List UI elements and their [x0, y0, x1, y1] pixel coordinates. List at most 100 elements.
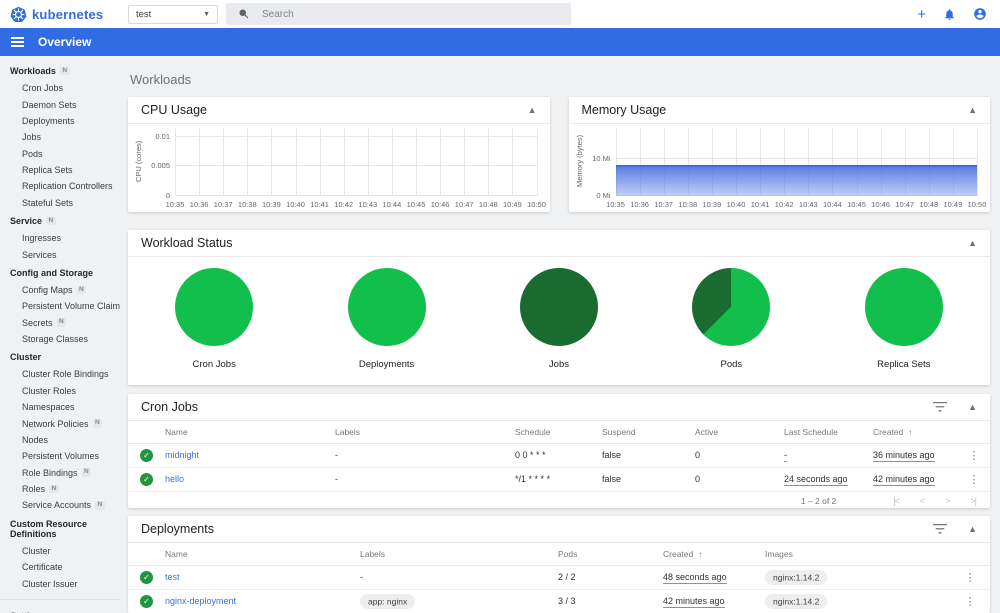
search-input[interactable] — [262, 8, 522, 20]
column-header-active[interactable]: Active — [695, 421, 784, 444]
namespaced-badge: N — [81, 468, 92, 477]
namespace-selector[interactable]: test ▼ — [128, 4, 218, 24]
sidebar-item-config-maps[interactable]: Config Maps N — [0, 282, 120, 298]
sidebar-section-custom-resource-definitions[interactable]: Custom Resource Definitions — [0, 514, 120, 543]
sidebar-item-cron-jobs[interactable]: Cron Jobs — [0, 80, 120, 96]
row-menu-icon[interactable]: ⋮ — [965, 595, 976, 608]
workload-status-panel: Workload Status ▲ Cron Jobs Deployments Jo… — [128, 230, 990, 385]
sidebar-item-persistent-volumes[interactable]: Persistent Volumes — [0, 448, 120, 464]
deployment-link[interactable]: nginx-deployment — [165, 596, 236, 606]
column-header-empty — [958, 421, 990, 444]
search-bar[interactable] — [226, 3, 571, 25]
sidebar-item-network-policies[interactable]: Network Policies N — [0, 415, 120, 431]
sidebar-item-persistent-volume-claims[interactable]: Persistent Volume ClaimsN — [0, 298, 120, 314]
notifications-bell-icon[interactable] — [943, 8, 956, 21]
sidebar-item-cluster-roles[interactable]: Cluster Roles — [0, 383, 120, 399]
y-tick-label: 0 Mi — [596, 191, 611, 200]
column-header-images[interactable]: Images — [765, 543, 950, 566]
sidebar-item-settings[interactable]: Settings — [0, 605, 120, 613]
_status-cell: ✓ — [128, 443, 165, 468]
created-cell: 42 minutes ago — [663, 589, 765, 613]
sidebar-section-config-and-storage[interactable]: Config and Storage — [0, 263, 120, 282]
x-tick-label: 10:41 — [310, 200, 329, 209]
collapse-arrow-icon[interactable]: ▲ — [968, 524, 977, 534]
cronjob-link[interactable]: hello — [165, 474, 184, 484]
sidebar-item-namespaces[interactable]: Namespaces — [0, 399, 120, 415]
sidebar-item-role-bindings[interactable]: Role Bindings N — [0, 465, 120, 481]
sidebar-item-cluster-issuer[interactable]: Cluster Issuer — [0, 575, 120, 591]
account-icon[interactable] — [973, 7, 987, 21]
filter-icon[interactable] — [933, 524, 948, 534]
sidebar-item-cluster[interactable]: Cluster — [0, 543, 120, 559]
previous-page-icon[interactable]: < — [920, 496, 925, 506]
next-page-icon[interactable]: > — [945, 496, 950, 506]
row-menu-icon[interactable]: ⋮ — [965, 571, 976, 584]
x-tick-label: 10:45 — [847, 200, 866, 209]
sidebar-item-replication-controllers[interactable]: Replication Controllers — [0, 178, 120, 194]
sidebar-item-certificate[interactable]: Certificate — [0, 559, 120, 575]
sidebar-item-deployments[interactable]: Deployments — [0, 113, 120, 129]
last_schedule-value: 24 seconds ago — [784, 474, 848, 486]
column-header-created[interactable]: Created ↑ — [873, 421, 958, 444]
panel-title: CPU Usage — [141, 103, 207, 117]
sidebar-section-service[interactable]: Service N — [0, 211, 120, 230]
gridline — [488, 128, 490, 196]
sidebar-item-label: Ingresses — [22, 233, 62, 244]
sidebar-item-service-accounts[interactable]: Service Accounts N — [0, 497, 120, 513]
sidebar-section-cluster[interactable]: Cluster — [0, 347, 120, 366]
column-header-labels[interactable]: Labels — [360, 543, 558, 566]
column-header-name[interactable]: Name — [165, 421, 335, 444]
collapse-arrow-icon[interactable]: ▲ — [968, 238, 977, 248]
_status-cell: ✓ — [128, 589, 165, 613]
workload-status-replica-sets: Replica Sets — [864, 268, 943, 370]
namespaced-badge: N — [46, 216, 56, 226]
column-header-pods[interactable]: Pods — [558, 543, 663, 566]
sidebar-section-workloads[interactable]: Workloads N — [0, 61, 120, 80]
sidebar-item-jobs[interactable]: Jobs — [0, 129, 120, 145]
column-header-labels[interactable]: Labels — [335, 421, 515, 444]
column-header-last-schedule[interactable]: Last Schedule — [784, 421, 873, 444]
cronjob-link[interactable]: midnight — [165, 450, 199, 460]
kubernetes-logo[interactable]: kubernetes — [0, 6, 128, 23]
sidebar-item-nodes[interactable]: Nodes — [0, 432, 120, 448]
panel-title: Workload Status — [141, 236, 233, 250]
column-header-name[interactable]: Name — [165, 543, 360, 566]
page-header-title: Overview — [38, 35, 92, 49]
collapse-arrow-icon[interactable]: ▲ — [968, 402, 977, 412]
first-page-icon[interactable]: |< — [893, 496, 900, 506]
x-tick-label: 10:42 — [334, 200, 354, 209]
sidebar-item-label: Namespaces — [22, 402, 75, 413]
sidebar-section-label: Custom Resource Definitions — [10, 518, 88, 539]
sidebar-item-label: Cluster Issuer — [22, 578, 78, 589]
sidebar-item-pods[interactable]: Pods — [0, 146, 120, 162]
sidebar-item-ingresses[interactable]: Ingresses — [0, 230, 120, 246]
column-header-schedule[interactable]: Schedule — [515, 421, 602, 444]
sidebar-item-storage-classes[interactable]: Storage Classes — [0, 331, 120, 347]
top-header: kubernetes test ▼ + — [0, 0, 1000, 28]
sidebar-item-roles[interactable]: Roles N — [0, 481, 120, 497]
sidebar-item-label: Persistent Volume Claims — [22, 301, 120, 312]
menu-hamburger-icon[interactable] — [11, 37, 24, 47]
last-page-icon[interactable]: >| — [970, 496, 977, 506]
column-header-created[interactable]: Created ↑ — [663, 543, 765, 566]
sidebar-item-cluster-role-bindings[interactable]: Cluster Role Bindings — [0, 366, 120, 382]
row-menu-icon[interactable]: ⋮ — [969, 473, 980, 486]
collapse-arrow-icon[interactable]: ▲ — [528, 105, 537, 115]
sidebar-item-services[interactable]: Services — [0, 246, 120, 262]
create-resource-icon[interactable]: + — [917, 7, 926, 22]
sidebar-nav: Workloads N Cron Jobs Daemon Sets Deployment… — [0, 56, 120, 613]
deployment-link[interactable]: test — [165, 572, 180, 582]
sidebar-item-replica-sets[interactable]: Replica Sets — [0, 162, 120, 178]
collapse-arrow-icon[interactable]: ▲ — [968, 105, 977, 115]
column-header-suspend[interactable]: Suspend — [602, 421, 695, 444]
filter-icon[interactable] — [933, 402, 948, 412]
sidebar-item-daemon-sets[interactable]: Daemon Sets — [0, 96, 120, 112]
row-menu-icon[interactable]: ⋮ — [969, 449, 980, 462]
y-tick-label: 0 — [165, 191, 170, 200]
name-cell: hello — [165, 467, 335, 492]
namespaced-badge: N — [56, 318, 67, 327]
sidebar-item-secrets[interactable]: Secrets N — [0, 315, 120, 331]
x-tick-label: 10:43 — [798, 200, 818, 209]
cpu-plot-area — [175, 128, 538, 196]
sidebar-item-stateful-sets[interactable]: Stateful Sets — [0, 195, 120, 211]
